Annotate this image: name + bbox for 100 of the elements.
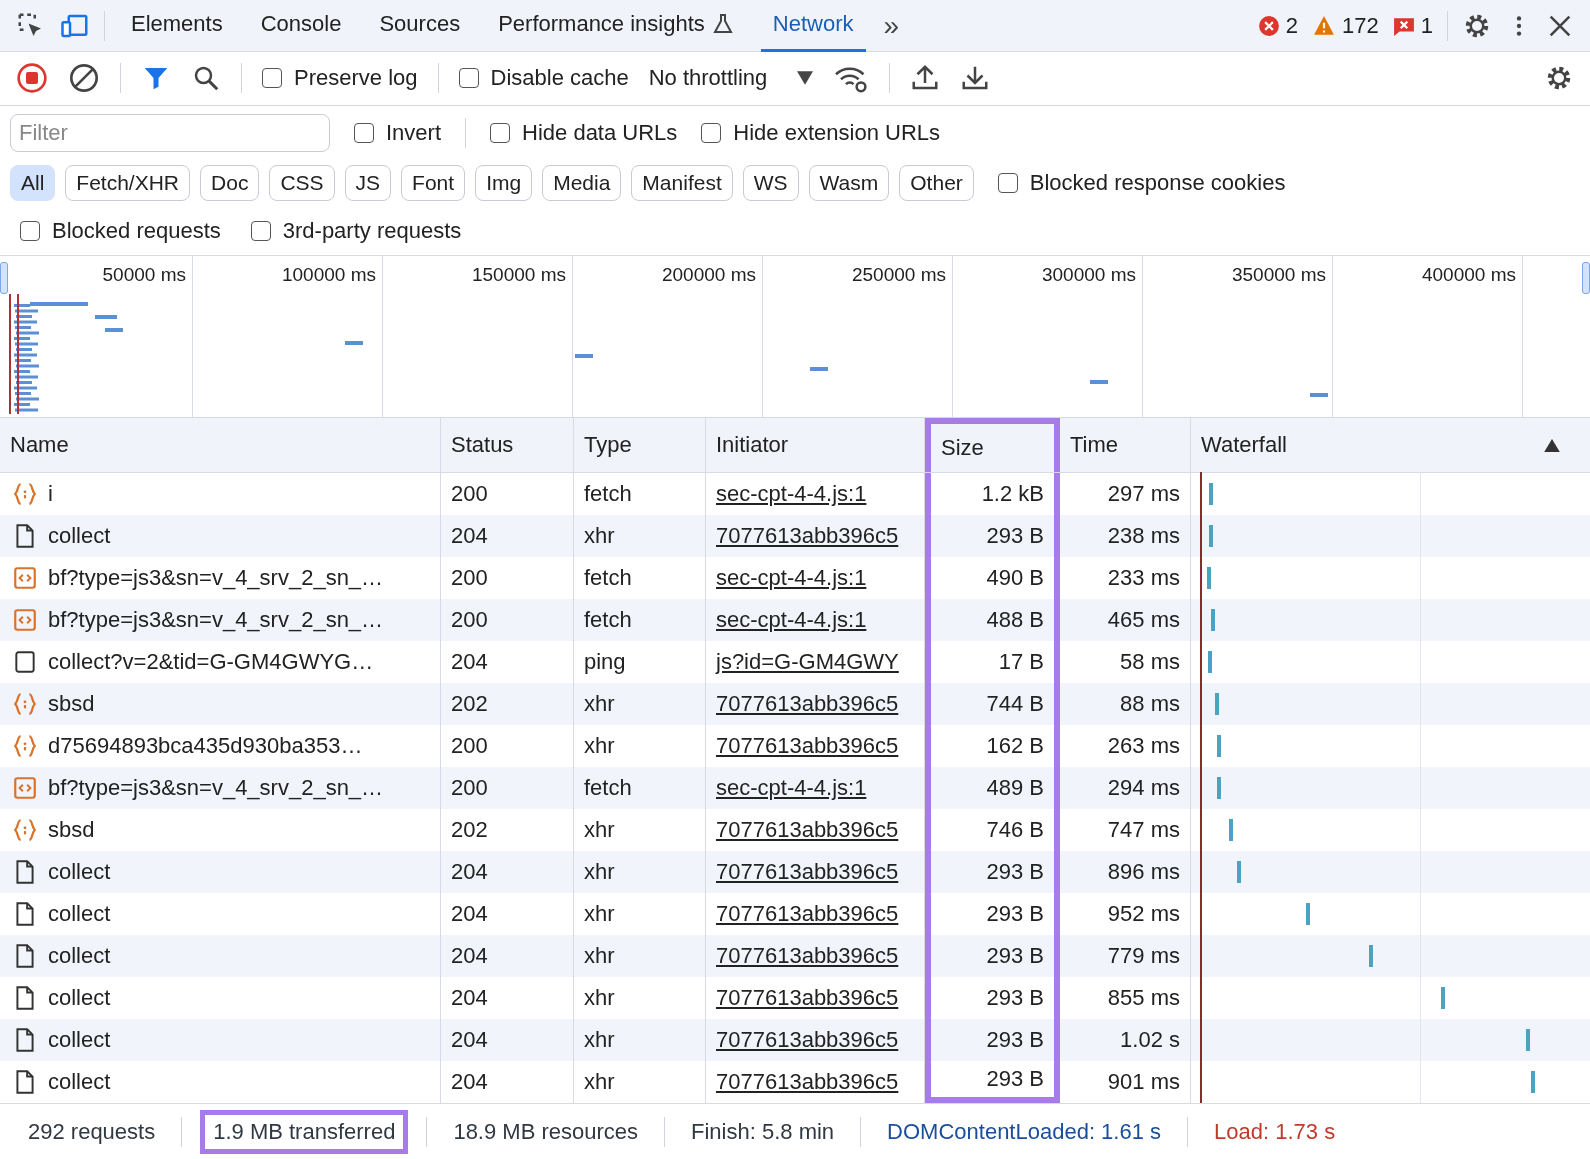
request-name: collect xyxy=(48,943,111,970)
column-header[interactable]: Type xyxy=(574,418,706,473)
request-name-cell[interactable]: collect xyxy=(0,515,441,558)
time-cell: 901 ms xyxy=(1060,1061,1191,1104)
request-name: collect?v=2&tid=G-GM4GWYG… xyxy=(48,649,374,676)
type-filter-button[interactable]: CSS xyxy=(269,165,335,202)
panel-tab[interactable]: Elements xyxy=(119,0,235,52)
type-cell: fetch xyxy=(574,767,706,810)
panel-tab[interactable]: Sources xyxy=(367,0,473,52)
filter-option-checkbox[interactable]: Hide data URLs xyxy=(490,119,678,146)
preserve-log-checkbox[interactable]: Preserve log xyxy=(262,65,418,92)
waterfall-bar xyxy=(1229,819,1233,842)
type-filter-button[interactable]: Other xyxy=(899,165,974,202)
type-filter-button[interactable]: JS xyxy=(344,165,392,202)
request-option-checkbox[interactable]: 3rd-party requests xyxy=(250,218,462,245)
request-name-cell[interactable]: sbsd xyxy=(0,683,441,726)
request-name: collect xyxy=(48,1027,111,1054)
clear-icon[interactable] xyxy=(68,62,100,95)
initiator-link[interactable]: sec-cpt-4-4.js:1 xyxy=(706,767,925,810)
request-option-checkbox[interactable]: Blocked requests xyxy=(20,218,221,245)
filter-input[interactable]: Filter xyxy=(10,113,330,152)
warning-icon xyxy=(1312,14,1337,37)
request-name: sbsd xyxy=(48,691,95,718)
range-handle[interactable] xyxy=(1582,262,1590,295)
column-header[interactable]: Status xyxy=(441,418,574,473)
code-file-icon xyxy=(12,607,38,634)
stop-recording-icon[interactable] xyxy=(16,62,48,95)
type-filter-button[interactable]: Fetch/XHR xyxy=(65,165,191,202)
type-filter-button[interactable]: Img xyxy=(475,165,533,202)
initiator-link[interactable]: 7077613abb396c5 xyxy=(706,1061,925,1104)
timeline-tick-label: 250000 ms xyxy=(852,264,946,286)
initiator-link[interactable]: 7077613abb396c5 xyxy=(706,1019,925,1062)
more-tabs-button[interactable]: » xyxy=(879,9,904,42)
request-name-cell[interactable]: bf?type=js3&sn=v_4_srv_2_sn_… xyxy=(0,767,441,810)
initiator-link[interactable]: 7077613abb396c5 xyxy=(706,515,925,558)
column-header[interactable]: Size xyxy=(925,418,1060,473)
initiator-link[interactable]: 7077613abb396c5 xyxy=(706,935,925,978)
timeline-tick-label: 350000 ms xyxy=(1232,264,1326,286)
timeline-tick-label: 100000 ms xyxy=(282,264,376,286)
type-filter-button[interactable]: Font xyxy=(401,165,466,202)
code-file-icon xyxy=(12,565,38,592)
request-name-cell[interactable]: bf?type=js3&sn=v_4_srv_2_sn_… xyxy=(0,599,441,642)
request-name-cell[interactable]: collect xyxy=(0,1061,441,1104)
type-filter-button[interactable]: Doc xyxy=(200,165,260,202)
type-filter-button[interactable]: WS xyxy=(742,165,799,202)
type-filter-button[interactable]: Media xyxy=(542,165,622,202)
issue-count[interactable]: 1 xyxy=(1392,12,1433,39)
throttling-dropdown[interactable]: No throttling xyxy=(648,65,814,92)
column-header[interactable]: Name xyxy=(0,418,441,473)
waterfall-bar xyxy=(1441,987,1445,1010)
size-cell: 293 B xyxy=(925,1061,1060,1104)
filter-option-checkbox[interactable]: Invert xyxy=(354,119,442,146)
request-name: bf?type=js3&sn=v_4_srv_2_sn_… xyxy=(48,607,384,634)
column-header[interactable]: Initiator xyxy=(706,418,925,473)
code-file-icon xyxy=(12,775,38,802)
request-name: collect xyxy=(48,523,111,550)
type-cell: fetch xyxy=(574,599,706,642)
size-cell: 293 B xyxy=(925,935,1060,978)
waterfall-bar xyxy=(1369,945,1373,968)
type-filter-button[interactable]: Manifest xyxy=(631,165,733,202)
request-name: bf?type=js3&sn=v_4_srv_2_sn_… xyxy=(48,775,384,802)
waterfall-bar xyxy=(1209,483,1213,506)
blocked-cookies-checkbox[interactable]: Blocked response cookies xyxy=(997,170,1286,197)
waterfall-bar xyxy=(1237,861,1241,884)
status-summary: 1.9 MB transferred xyxy=(200,1109,409,1154)
type-cell: xhr xyxy=(574,851,706,894)
request-name-cell[interactable]: collect xyxy=(0,851,441,894)
request-name: sbsd xyxy=(48,817,95,844)
status-cell: 204 xyxy=(441,851,574,894)
size-cell: 293 B xyxy=(925,1019,1060,1062)
waterfall-bar xyxy=(1526,1029,1530,1052)
panel-tab[interactable]: Network xyxy=(760,0,866,52)
waterfall-bar xyxy=(1217,777,1221,800)
braces-file-icon xyxy=(12,733,38,760)
warning-count[interactable]: 172 xyxy=(1312,12,1379,39)
status-cell: 204 xyxy=(441,1061,574,1104)
status-cell: 200 xyxy=(441,599,574,642)
request-name-cell[interactable]: collect xyxy=(0,1019,441,1062)
type-cell: xhr xyxy=(574,683,706,726)
status-cell: 204 xyxy=(441,515,574,558)
request-name-cell[interactable]: collect xyxy=(0,935,441,978)
error-count[interactable]: 2 xyxy=(1257,12,1299,39)
panel-tab[interactable]: Performance insights xyxy=(486,0,747,52)
type-filter-button[interactable]: Wasm xyxy=(808,165,890,202)
type-filter-button[interactable]: All xyxy=(10,165,56,202)
request-name: collect xyxy=(48,901,111,928)
column-header[interactable]: Waterfall xyxy=(1191,418,1590,473)
range-handle[interactable] xyxy=(0,262,8,295)
initiator-link[interactable]: sec-cpt-4-4.js:1 xyxy=(706,599,925,642)
waterfall-bar xyxy=(1306,903,1310,926)
initiator-link[interactable]: 7077613abb396c5 xyxy=(706,683,925,726)
time-cell: 294 ms xyxy=(1060,767,1191,810)
waterfall-bar xyxy=(1217,735,1221,758)
filter-option-checkbox[interactable]: Hide extension URLs xyxy=(701,119,940,146)
request-name: d75694893bca435d930ba353… xyxy=(48,733,363,760)
braces-file-icon xyxy=(12,817,38,844)
initiator-link[interactable]: 7077613abb396c5 xyxy=(706,851,925,894)
disable-cache-checkbox[interactable]: Disable cache xyxy=(458,65,629,92)
column-header[interactable]: Time xyxy=(1060,418,1191,473)
panel-tab[interactable]: Console xyxy=(248,0,354,52)
